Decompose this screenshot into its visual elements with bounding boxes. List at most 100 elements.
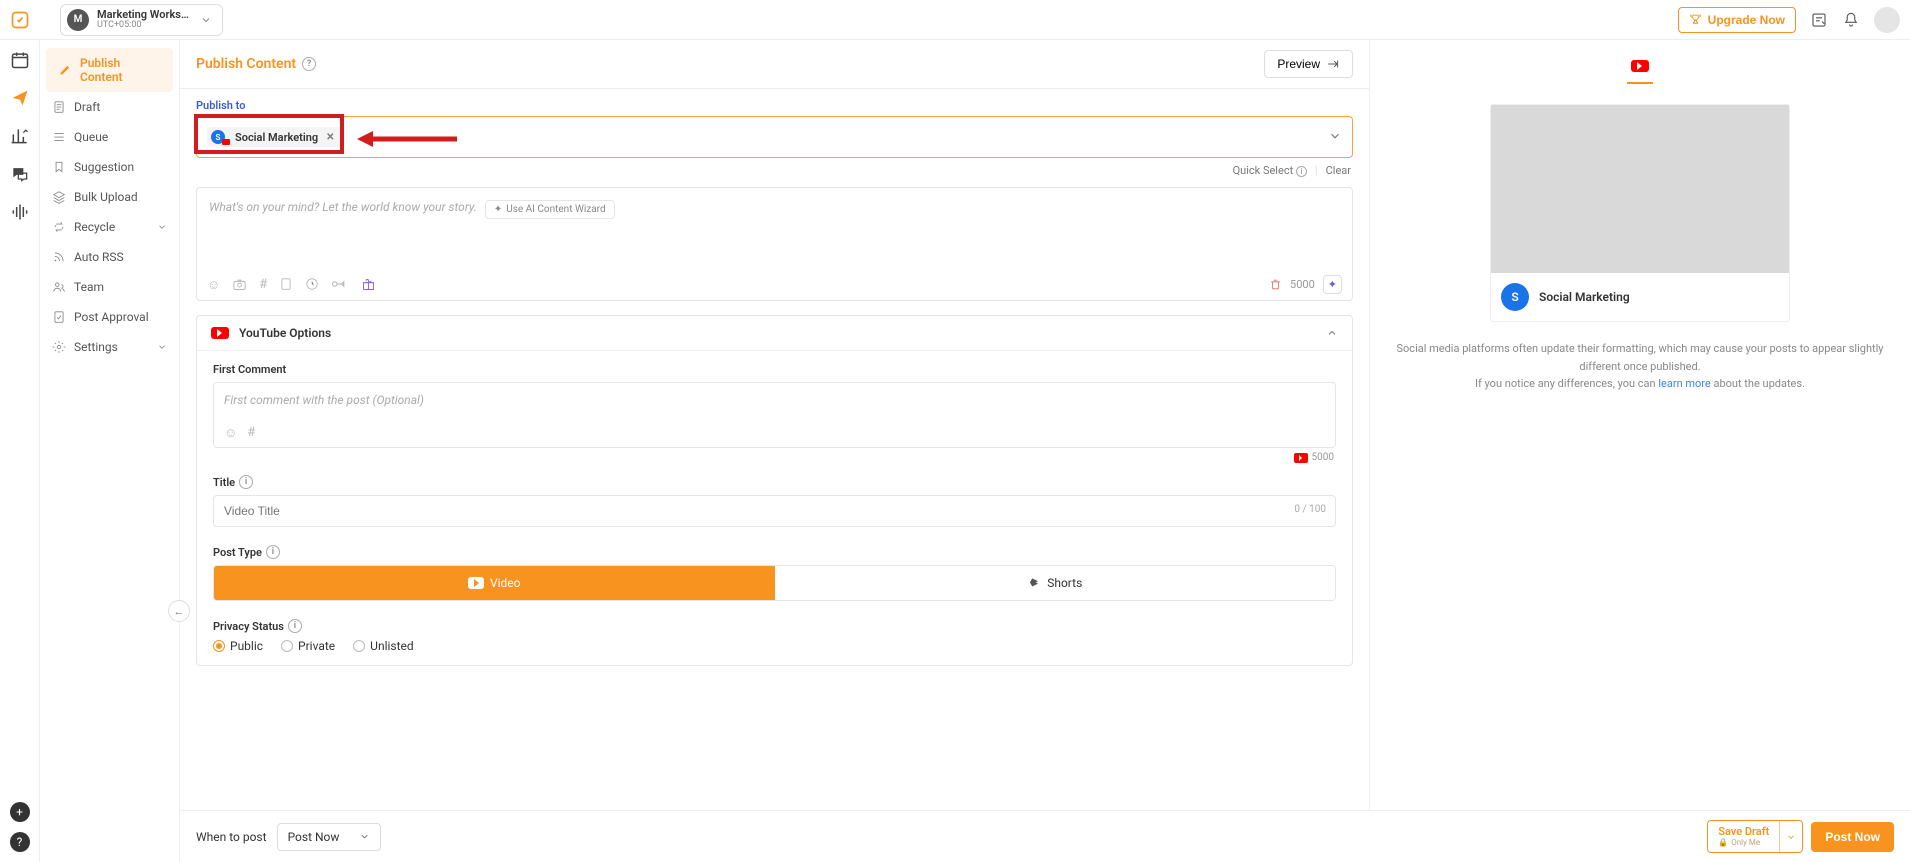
add-button[interactable]: +: [10, 802, 30, 822]
user-avatar[interactable]: [1874, 7, 1900, 33]
preview-button[interactable]: Preview: [1264, 50, 1353, 78]
account-chip: S Social Marketing ✕: [207, 127, 343, 147]
trash-icon[interactable]: [1269, 278, 1282, 291]
sidebar-item-auto-rss[interactable]: Auto RSS: [40, 242, 179, 272]
approval-icon: [52, 310, 66, 324]
info-icon[interactable]: i: [239, 475, 253, 489]
workspace-selector[interactable]: M Marketing Workspa... UTC+05:00: [60, 4, 223, 36]
shorts-icon: [1027, 576, 1041, 590]
post-type-shorts[interactable]: Shorts: [775, 566, 1336, 600]
sidebar-item-publish-content[interactable]: Publish Content: [46, 48, 173, 92]
chevron-up-icon: [1326, 327, 1338, 339]
info-icon[interactable]: i: [266, 545, 280, 559]
help-button[interactable]: ?: [10, 832, 30, 852]
chevron-down-icon: [1328, 129, 1342, 143]
analytics-icon[interactable]: [10, 126, 30, 146]
privacy-label: Privacy Status i: [213, 619, 1336, 633]
first-comment-counter: 5000: [1312, 452, 1334, 463]
video-title-input[interactable]: [213, 495, 1336, 527]
bell-icon[interactable]: [1842, 11, 1860, 29]
sidebar-item-settings[interactable]: Settings: [40, 332, 179, 362]
preview-notice: Social media platforms often update thei…: [1390, 340, 1890, 393]
sidebar-label: Draft: [74, 100, 100, 114]
footer-bar: When to post Post Now Save Draft 🔒Only M…: [180, 810, 1910, 862]
save-draft-dropdown[interactable]: [1779, 821, 1802, 852]
youtube-options-label: YouTube Options: [239, 326, 331, 340]
title-counter: 0 / 100: [1294, 504, 1326, 515]
sidebar-label: Auto RSS: [74, 250, 124, 264]
publish-icon[interactable]: [10, 88, 30, 108]
first-comment-label: First Comment: [213, 363, 1336, 376]
save-draft-button-group: Save Draft 🔒Only Me: [1707, 820, 1803, 853]
sidebar-label: Post Approval: [74, 310, 149, 324]
post-now-button[interactable]: Post Now: [1811, 822, 1894, 852]
preview-thumbnail: [1491, 105, 1789, 273]
save-draft-button[interactable]: Save Draft 🔒Only Me: [1708, 821, 1779, 852]
first-comment-placeholder: First comment with the post (Optional): [214, 383, 1335, 419]
info-icon[interactable]: i: [288, 619, 302, 633]
publish-to-select[interactable]: S Social Marketing ✕: [196, 116, 1353, 158]
clock-icon[interactable]: [305, 277, 319, 293]
calendar-icon[interactable]: [10, 50, 30, 70]
youtube-options-card: YouTube Options First Comment First comm…: [196, 315, 1353, 666]
youtube-options-toggle[interactable]: YouTube Options: [197, 316, 1352, 351]
ai-enhance-button[interactable]: ✦: [1323, 275, 1342, 294]
queue-icon: [52, 130, 66, 144]
listening-icon[interactable]: [10, 202, 30, 222]
youtube-icon: [468, 577, 484, 589]
sidebar: Publish Content Draft Queue Suggestion B…: [40, 40, 180, 862]
sidebar-item-bulk-upload[interactable]: Bulk Upload: [40, 182, 179, 212]
when-to-post-label: When to post: [196, 830, 267, 844]
privacy-public[interactable]: Public: [213, 639, 263, 653]
privacy-unlisted[interactable]: Unlisted: [353, 639, 414, 653]
sidebar-item-team[interactable]: Team: [40, 272, 179, 302]
compose-textarea[interactable]: What's on your mind? Let the world know …: [197, 188, 1352, 268]
preview-avatar: S: [1501, 283, 1529, 311]
annotation-arrow: [357, 131, 457, 147]
upgrade-button[interactable]: Upgrade Now: [1678, 7, 1796, 33]
youtube-icon: [211, 327, 229, 339]
remove-chip-button[interactable]: ✕: [326, 132, 334, 143]
privacy-private[interactable]: Private: [281, 639, 335, 653]
char-counter: 5000: [1290, 278, 1315, 291]
compose-placeholder: What's on your mind? Let the world know …: [209, 200, 477, 214]
when-to-post-select[interactable]: Post Now: [277, 823, 382, 851]
chevron-down-icon: [157, 222, 167, 232]
sidebar-item-post-approval[interactable]: Post Approval: [40, 302, 179, 332]
post-type-label: Post Type i: [213, 545, 1336, 559]
quick-select-button[interactable]: Quick Select i: [1233, 164, 1307, 177]
sidebar-item-draft[interactable]: Draft: [40, 92, 179, 122]
link-icon[interactable]: [331, 277, 349, 293]
emoji-icon[interactable]: ☺: [224, 425, 237, 441]
collapse-sidebar-button[interactable]: ←: [168, 600, 190, 622]
template-icon[interactable]: [279, 277, 293, 293]
learn-more-link[interactable]: learn more: [1658, 377, 1710, 390]
ai-content-wizard-button[interactable]: ✦ Use AI Content Wizard: [485, 200, 615, 219]
hashtag-icon[interactable]: #: [259, 277, 267, 293]
first-comment-input[interactable]: First comment with the post (Optional) ☺…: [213, 382, 1336, 448]
task-icon[interactable]: [1810, 11, 1828, 29]
preview-tab-youtube[interactable]: [1627, 54, 1653, 84]
emoji-icon[interactable]: ☺: [207, 277, 220, 293]
workspace-name: Marketing Workspa...: [97, 9, 192, 21]
gift-icon[interactable]: [361, 277, 376, 293]
account-chip-label: Social Marketing: [235, 131, 318, 144]
engage-icon[interactable]: [10, 164, 30, 184]
post-type-video[interactable]: Video: [214, 566, 775, 600]
pencil-icon: [58, 63, 72, 77]
info-icon[interactable]: ?: [302, 57, 316, 71]
arrow-right-icon: [1326, 57, 1340, 71]
sidebar-item-suggestion[interactable]: Suggestion: [40, 152, 179, 182]
sidebar-label: Settings: [74, 340, 118, 354]
camera-icon[interactable]: [232, 277, 247, 293]
clear-button[interactable]: Clear: [1326, 164, 1351, 177]
youtube-badge-icon: [222, 139, 230, 145]
page-title: Publish Content: [196, 56, 296, 72]
chevron-down-icon: [359, 831, 370, 842]
hashtag-icon[interactable]: #: [247, 425, 255, 441]
brand-logo: [10, 10, 30, 30]
post-type-segment: Video Shorts: [213, 565, 1336, 601]
rss-icon: [52, 250, 66, 264]
sidebar-item-recycle[interactable]: Recycle: [40, 212, 179, 242]
sidebar-item-queue[interactable]: Queue: [40, 122, 179, 152]
